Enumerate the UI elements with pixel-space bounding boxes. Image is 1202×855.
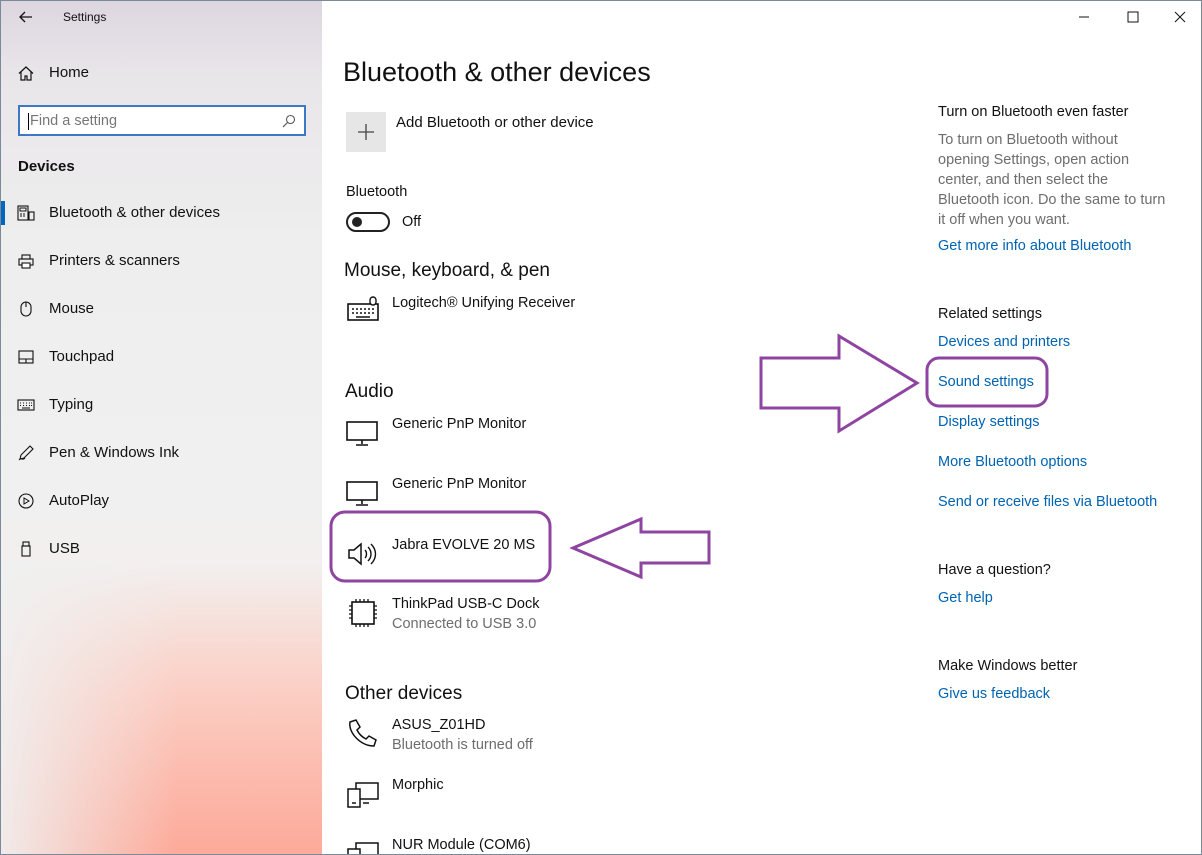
plus-icon bbox=[358, 124, 374, 140]
tip-text-line: Bluetooth icon. Do the same to turn bbox=[938, 192, 1166, 208]
sound-settings-link[interactable]: Sound settings bbox=[938, 374, 1034, 390]
section-heading-mouse-keyboard-pen: Mouse, keyboard, & pen bbox=[344, 260, 550, 281]
mouse-icon bbox=[17, 301, 35, 317]
device-icon bbox=[347, 842, 379, 854]
monitor-icon bbox=[346, 421, 378, 446]
more-bluetooth-options-link[interactable]: More Bluetooth options bbox=[938, 454, 1087, 470]
sidebar-item-bluetooth[interactable]: Bluetooth & other devices bbox=[1, 193, 322, 233]
phone-icon bbox=[349, 719, 377, 747]
sidebar-item-autoplay[interactable]: AutoPlay bbox=[1, 481, 322, 521]
printer-icon bbox=[17, 253, 35, 269]
pen-icon bbox=[17, 445, 35, 461]
device-status: Bluetooth is turned off bbox=[392, 737, 533, 753]
devices-and-printers-link[interactable]: Devices and printers bbox=[938, 334, 1070, 350]
sidebar-item-pen[interactable]: Pen & Windows Ink bbox=[1, 433, 322, 473]
add-device-button[interactable] bbox=[346, 112, 386, 152]
bluetooth-state: Off bbox=[402, 214, 422, 230]
search-input[interactable]: Find a setting bbox=[18, 105, 306, 136]
sidebar-item-home[interactable]: Home bbox=[1, 53, 322, 93]
device-name[interactable]: Logitech® Unifying Receiver bbox=[392, 295, 575, 311]
tip-text-line: To turn on Bluetooth without bbox=[938, 132, 1118, 148]
sidebar-item-usb[interactable]: USB bbox=[1, 529, 322, 569]
feedback-link[interactable]: Give us feedback bbox=[938, 686, 1050, 702]
touchpad-icon bbox=[17, 349, 35, 365]
sidebar-item-label: Pen & Windows Ink bbox=[49, 444, 180, 461]
device-icon bbox=[347, 782, 379, 808]
maximize-button[interactable] bbox=[1115, 5, 1151, 29]
close-button[interactable] bbox=[1162, 5, 1198, 29]
get-help-link[interactable]: Get help bbox=[938, 590, 993, 606]
sidebar-item-label: Bluetooth & other devices bbox=[49, 204, 220, 221]
usb-icon bbox=[17, 541, 35, 557]
minimize-button[interactable] bbox=[1066, 5, 1102, 29]
device-status: Connected to USB 3.0 bbox=[392, 616, 537, 632]
bluetooth-info-link[interactable]: Get more info about Bluetooth bbox=[938, 238, 1131, 254]
device-name[interactable]: Generic PnP Monitor bbox=[392, 476, 526, 492]
sidebar-item-label: Typing bbox=[49, 396, 94, 413]
device-name[interactable]: ASUS_Z01HD bbox=[392, 717, 485, 733]
speaker-icon bbox=[348, 542, 377, 566]
main-content: Bluetooth & other devices Add Bluetooth … bbox=[322, 1, 1201, 854]
sidebar-section-label: Devices bbox=[18, 158, 75, 175]
device-name[interactable]: ThinkPad USB-C Dock bbox=[392, 596, 539, 612]
bluetooth-label: Bluetooth bbox=[346, 184, 408, 200]
autoplay-icon bbox=[17, 493, 35, 509]
bluetooth-devices-icon bbox=[17, 205, 35, 221]
add-device-label[interactable]: Add Bluetooth or other device bbox=[396, 114, 594, 131]
sidebar-item-printers[interactable]: Printers & scanners bbox=[1, 241, 322, 281]
sidebar-item-label: Home bbox=[49, 64, 90, 81]
tip-text-line: it off when you want. bbox=[938, 212, 1070, 228]
sidebar-item-label: USB bbox=[49, 540, 80, 557]
maximize-icon bbox=[1127, 11, 1139, 23]
question-heading: Have a question? bbox=[938, 562, 1051, 578]
bluetooth-toggle[interactable] bbox=[346, 212, 390, 232]
tip-heading: Turn on Bluetooth even faster bbox=[938, 104, 1129, 120]
feedback-heading: Make Windows better bbox=[938, 658, 1078, 674]
section-heading-other-devices: Other devices bbox=[345, 683, 463, 704]
chip-icon bbox=[349, 599, 377, 627]
tip-text-line: center, and then select the bbox=[938, 172, 1109, 188]
sidebar-item-label: Touchpad bbox=[49, 348, 115, 365]
device-name[interactable]: NUR Module (COM6) bbox=[392, 837, 531, 853]
device-name[interactable]: Jabra EVOLVE 20 MS bbox=[392, 537, 535, 553]
sidebar-item-label: AutoPlay bbox=[49, 492, 110, 509]
sidebar-item-typing[interactable]: Typing bbox=[1, 385, 322, 425]
minimize-icon bbox=[1079, 16, 1089, 18]
text-caret bbox=[28, 113, 29, 130]
device-name[interactable]: Morphic bbox=[392, 777, 444, 793]
monitor-icon bbox=[346, 481, 378, 506]
sidebar: Settings Home Find a setting Devices Blu… bbox=[1, 1, 322, 854]
back-arrow-icon bbox=[19, 11, 32, 23]
active-indicator bbox=[1, 201, 5, 225]
search-placeholder: Find a setting bbox=[30, 113, 118, 129]
window-title: Settings bbox=[63, 10, 107, 24]
device-name[interactable]: Generic PnP Monitor bbox=[392, 416, 526, 432]
section-heading-audio: Audio bbox=[345, 381, 394, 402]
home-icon bbox=[17, 65, 35, 81]
send-receive-files-link[interactable]: Send or receive files via Bluetooth bbox=[938, 494, 1157, 510]
display-settings-link[interactable]: Display settings bbox=[938, 414, 1040, 430]
keyboard-icon bbox=[17, 397, 35, 413]
sidebar-item-mouse[interactable]: Mouse bbox=[1, 289, 322, 329]
keyboard-icon bbox=[347, 296, 379, 321]
tip-text-line: opening Settings, open action bbox=[938, 152, 1130, 168]
close-icon bbox=[1174, 11, 1186, 23]
search-icon bbox=[282, 114, 296, 133]
settings-window: Settings Home Find a setting Devices Blu… bbox=[0, 0, 1202, 855]
related-settings-heading: Related settings bbox=[938, 306, 1042, 322]
toggle-knob bbox=[352, 217, 362, 227]
sidebar-item-label: Mouse bbox=[49, 300, 95, 317]
back-button[interactable] bbox=[15, 7, 37, 27]
sidebar-item-label: Printers & scanners bbox=[49, 252, 180, 269]
page-title: Bluetooth & other devices bbox=[343, 57, 651, 87]
sidebar-item-touchpad[interactable]: Touchpad bbox=[1, 337, 322, 377]
